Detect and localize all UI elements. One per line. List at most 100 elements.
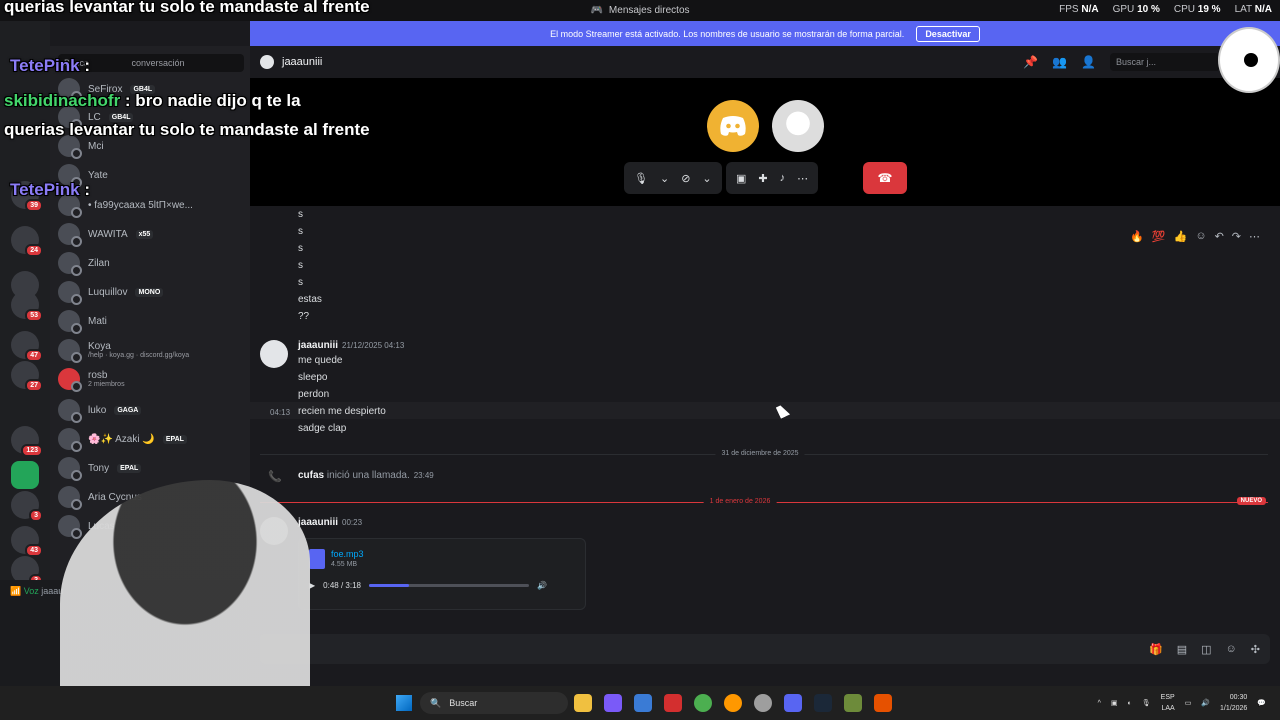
- gif-icon[interactable]: ▤: [1177, 643, 1187, 656]
- soundboard-icon[interactable]: ♪: [780, 172, 786, 184]
- gpu-label: GPU: [1112, 4, 1135, 15]
- clock-app-icon[interactable]: [754, 694, 772, 712]
- dm-item[interactable]: 🌸✨ Azaki 🌙 EPAL: [58, 426, 244, 452]
- sticker-icon[interactable]: ◫: [1201, 643, 1211, 656]
- server-icon[interactable]: 3: [11, 491, 43, 522]
- dm-name: Mci: [88, 140, 104, 152]
- message-text: s: [298, 209, 303, 220]
- chrome-profile-icon[interactable]: [724, 694, 742, 712]
- chat-user-name: skibidinachofr: [4, 91, 121, 110]
- chevron-down-icon[interactable]: ⌄: [660, 172, 669, 185]
- server-icon[interactable]: 24: [11, 226, 43, 257]
- avatar[interactable]: [260, 340, 288, 368]
- microphone-icon[interactable]: 🎙: [1142, 699, 1151, 707]
- avatar: [58, 515, 82, 539]
- gift-icon[interactable]: 🎁: [1149, 643, 1163, 656]
- minecraft-icon[interactable]: [844, 694, 862, 712]
- volume-icon[interactable]: 🔊: [537, 581, 547, 590]
- message-header: jaaauniii 00:23: [298, 517, 362, 528]
- hovered-message-row[interactable]: [250, 402, 1280, 419]
- chat-user-name: TetePink: [10, 180, 80, 199]
- dm-item[interactable]: Zilan: [58, 250, 244, 276]
- call-area: 🎙 ⌄ ⊘ ⌄ ▣ ✚ ♪ ⋯ ☎: [250, 78, 1280, 206]
- end-call-button[interactable]: ☎: [863, 162, 907, 194]
- emoji-icon[interactable]: ☺: [1226, 643, 1237, 656]
- server-icon[interactable]: 27: [11, 361, 43, 392]
- phone-icon: 📞: [268, 471, 282, 483]
- more-icon[interactable]: ⋯: [797, 172, 808, 185]
- dm-item[interactable]: rosb 2 miembros: [58, 366, 244, 392]
- server-icon[interactable]: 53: [11, 291, 43, 322]
- dm-name: Koya: [88, 341, 111, 352]
- chevron-up-icon[interactable]: ^: [1098, 700, 1101, 707]
- camera-off-icon[interactable]: ⊘: [681, 172, 690, 185]
- tray-app-icon[interactable]: ◐: [1128, 700, 1132, 707]
- stream-chat-overlay-line: TetePink :: [10, 56, 90, 75]
- voice-status[interactable]: 📶 Voz jaaau: [10, 586, 63, 597]
- dm-name: luko: [88, 404, 107, 416]
- message-text: s: [298, 260, 303, 271]
- screen-share-icon[interactable]: ▣: [736, 172, 746, 185]
- dm-item[interactable]: WAWITA x55: [58, 221, 244, 247]
- server-icon[interactable]: 123: [11, 426, 43, 457]
- dm-item[interactable]: Mati: [58, 308, 244, 334]
- discord-icon[interactable]: [784, 694, 802, 712]
- chevron-down-icon[interactable]: ⌄: [702, 172, 711, 185]
- seek-bar[interactable]: [368, 584, 529, 587]
- notification-icon[interactable]: 💬: [1257, 699, 1266, 707]
- windows-start-icon[interactable]: [396, 695, 412, 711]
- search-icon: 🔍: [430, 697, 442, 708]
- store-icon[interactable]: [634, 694, 652, 712]
- volume-icon[interactable]: 🔊: [1201, 699, 1210, 707]
- more-icon[interactable]: ⋯: [1249, 230, 1260, 243]
- message-composer[interactable]: 🎁 ▤ ◫ ☺ ✣: [260, 634, 1270, 664]
- reaction-icon[interactable]: 💯: [1152, 230, 1166, 243]
- dm-item[interactable]: luko GAGA: [58, 397, 244, 423]
- discord-avatar: [707, 100, 759, 152]
- reply-icon[interactable]: ↶: [1215, 230, 1224, 243]
- apps-icon[interactable]: ✣: [1251, 643, 1260, 656]
- forward-icon[interactable]: ↷: [1232, 230, 1241, 243]
- copilot-icon[interactable]: [604, 694, 622, 712]
- app-icon[interactable]: [874, 694, 892, 712]
- dm-item[interactable]: Koya/help · koya.gg · discord.gg/koya: [58, 337, 244, 363]
- author-name[interactable]: cufas: [298, 470, 324, 481]
- profile-icon[interactable]: 👤: [1081, 55, 1096, 69]
- date-divider: 31 de diciembre de 2025: [260, 450, 1268, 457]
- taskbar-search[interactable]: 🔍 Buscar: [420, 692, 568, 714]
- author-name[interactable]: jaaauniii: [298, 340, 338, 351]
- network-icon[interactable]: ▭: [1185, 699, 1192, 707]
- dm-item[interactable]: Tony EPAL: [58, 455, 244, 481]
- message-text: s: [298, 243, 303, 254]
- activities-icon[interactable]: ✚: [758, 172, 767, 185]
- tray-app-icon[interactable]: ▣: [1111, 699, 1118, 707]
- dm-name: Luquillov: [88, 286, 128, 298]
- dm-subtitle: 2 miembros: [88, 381, 125, 388]
- add-friend-icon[interactable]: 👥: [1052, 55, 1067, 69]
- steam-icon[interactable]: [814, 694, 832, 712]
- add-reaction-icon[interactable]: ☺: [1195, 230, 1206, 243]
- reaction-thumbs-up-icon[interactable]: 👍: [1174, 230, 1188, 243]
- audio-attachment: foe.mp3 4.55 MB ▶ 0:48 / 3:18 🔊: [298, 538, 586, 610]
- server-icon[interactable]: 43: [11, 526, 43, 557]
- server-icon[interactable]: [11, 461, 39, 489]
- dm-item[interactable]: Luquillov MONO: [58, 279, 244, 305]
- reaction-fire-icon[interactable]: 🔥: [1130, 230, 1144, 243]
- chrome-icon[interactable]: [694, 694, 712, 712]
- chat-message: : bro nadie dijo q te la: [124, 91, 301, 110]
- avatar: [58, 457, 82, 481]
- file-link[interactable]: foe.mp3: [331, 549, 364, 559]
- file-explorer-icon[interactable]: [574, 694, 592, 712]
- language-indicator[interactable]: ESP LAA: [1161, 692, 1175, 714]
- server-icon[interactable]: 47: [11, 331, 43, 362]
- composer-icons: 🎁 ▤ ◫ ☺ ✣: [1149, 643, 1260, 656]
- message-text: perdon: [298, 389, 330, 400]
- office-icon[interactable]: [664, 694, 682, 712]
- message-text: ??: [298, 311, 310, 322]
- microphone-icon[interactable]: 🎙: [634, 172, 648, 185]
- author-name[interactable]: jaaauniii: [298, 517, 338, 528]
- pin-icon[interactable]: 📌: [1023, 55, 1038, 69]
- clock[interactable]: 00:30 1/1/2026: [1220, 692, 1247, 714]
- deactivate-button[interactable]: Desactivar: [916, 25, 980, 42]
- chat-search-input[interactable]: Buscar j...: [1110, 53, 1220, 71]
